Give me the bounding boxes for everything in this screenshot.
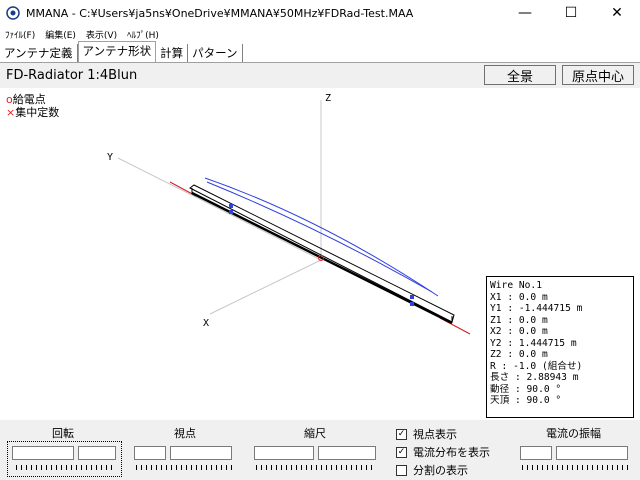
tab-antenna-shape[interactable]: アンテナ形状 [77, 41, 157, 62]
show-current-check[interactable]: ✓ [396, 446, 407, 458]
load-marker-1 [229, 204, 233, 208]
amplitude-field-1[interactable] [520, 446, 552, 460]
x-axis-label: X [203, 318, 209, 329]
scale-slider[interactable] [256, 465, 376, 470]
rotate-field-2[interactable] [78, 446, 116, 460]
tab-pattern[interactable]: パターン [188, 44, 243, 62]
amplitude-label: 電流の振幅 [546, 427, 601, 440]
full-view-button[interactable]: 全景 [484, 65, 556, 85]
wire-length: 長さ : 2.88943 m [490, 372, 579, 383]
wire-z2: Z2 : 0.0 m [490, 349, 548, 360]
wire-y1: Y1 : -1.444715 m [490, 303, 583, 314]
viewpoint-slider[interactable] [136, 465, 232, 470]
rotate-slider[interactable] [16, 465, 116, 470]
antenna-name: FD-Radiator 1:4Blun [6, 68, 138, 83]
y-axis-label: Y [107, 152, 113, 163]
maximize-button[interactable]: ☐ [548, 0, 594, 26]
menu-bar: ﾌｧｲﾙ(F) 編集(E) 表示(V) ﾍﾙﾌﾟ(H) [0, 26, 640, 42]
show-current-checkbox[interactable]: ✓ 電流分布を表示 [396, 444, 490, 460]
x-axis [209, 259, 322, 315]
rotate-label: 回転 [52, 427, 74, 440]
amplitude-field-2[interactable] [556, 446, 628, 460]
amplitude-slider[interactable] [522, 465, 628, 470]
wire-z1: Z1 : 0.0 m [490, 314, 548, 326]
title-bar: MMANA - C:¥Users¥ja5ns¥OneDrive¥MMANA¥50… [0, 0, 640, 26]
wire-info-panel: Wire No.1 X1 : 0.0 m Y1 : -1.444715 m Z1… [486, 276, 634, 418]
tab-antenna-definition[interactable]: アンテナ定義 [0, 44, 78, 62]
close-button[interactable]: ✕ [594, 0, 640, 26]
minimize-button[interactable]: — [502, 0, 548, 26]
window-controls: — ☐ ✕ [502, 0, 640, 26]
wire-azimuth: 動径 : 90.0 ° [490, 383, 562, 395]
window-title: MMANA - C:¥Users¥ja5ns¥OneDrive¥MMANA¥50… [26, 6, 414, 20]
show-segments-check[interactable] [396, 464, 407, 476]
scale-label: 縮尺 [304, 427, 326, 440]
z-axis-label: Z [325, 93, 331, 104]
show-viewpoint-checkbox[interactable]: ✓ 視点表示 [396, 426, 457, 442]
origin-center-button[interactable]: 原点中心 [562, 65, 634, 85]
show-viewpoint-check[interactable]: ✓ [396, 428, 407, 440]
viewpoint-label: 視点 [174, 427, 196, 440]
viewpoint-field-1[interactable] [134, 446, 166, 460]
tab-calculation[interactable]: 計算 [156, 44, 189, 62]
wire-x2: X2 : 0.0 m [490, 326, 548, 337]
tab-bar: アンテナ定義 アンテナ形状 計算 パターン [0, 41, 640, 63]
wire-y2: Y2 : 1.444715 m [490, 337, 577, 349]
rotate-field-1[interactable] [12, 446, 74, 460]
menu-help[interactable]: ﾍﾙﾌﾟ(H) [122, 28, 164, 41]
scale-field-1[interactable] [254, 446, 314, 460]
y-axis [117, 157, 322, 261]
menu-edit[interactable]: 編集(E) [40, 28, 81, 41]
show-segments-checkbox[interactable]: 分割の表示 [396, 462, 468, 478]
load-marker-4 [410, 302, 414, 306]
wire-radius: R : -1.0 (組合せ) [490, 360, 583, 372]
view-controls: 回転 視点 縮尺 ✓ 視点表示 ✓ 電流分布を表示 分割の表示 電流の振幅 [0, 420, 640, 480]
wire-zenith: 天頂 : 90.0 ° [490, 395, 562, 406]
wire-x1: X1 : 0.0 m [490, 291, 548, 303]
viewpoint-field-2[interactable] [170, 446, 232, 460]
load-marker-2 [229, 210, 233, 214]
app-icon [6, 6, 20, 20]
current-curve-lower [206, 181, 433, 293]
scale-field-2[interactable] [318, 446, 376, 460]
menu-file[interactable]: ﾌｧｲﾙ(F) [0, 28, 40, 41]
wire-number: Wire No.1 [490, 280, 542, 291]
menu-view[interactable]: 表示(V) [81, 28, 122, 41]
load-marker-3 [410, 295, 414, 299]
